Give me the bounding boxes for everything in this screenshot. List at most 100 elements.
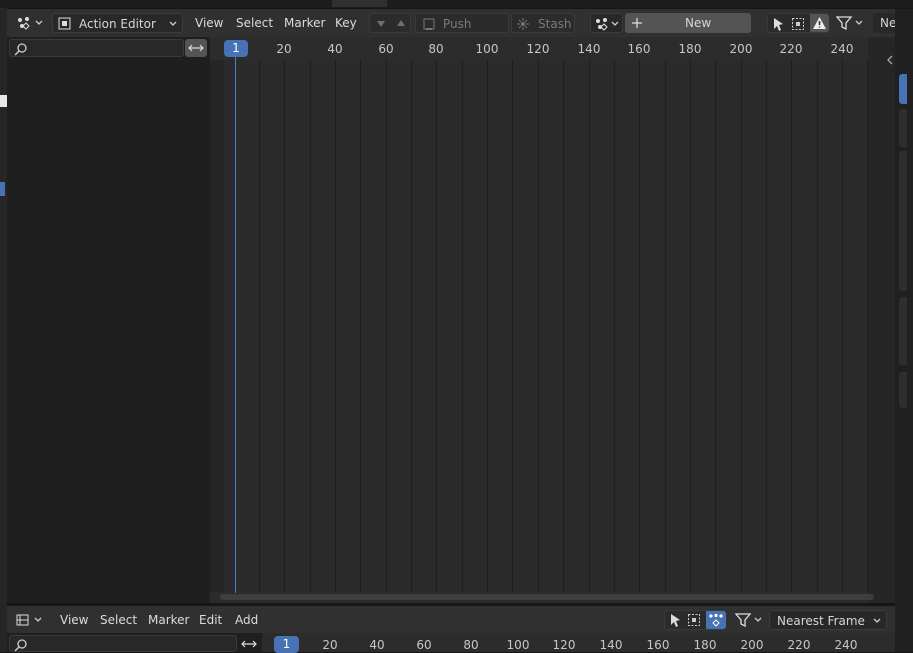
timeline-swap-button[interactable] [238,636,260,652]
mode-dropdown[interactable]: Action Editor [52,13,183,33]
new-right-button[interactable]: Ne [873,13,895,33]
keyframes-only-toggle[interactable] [706,611,726,629]
arrows-horizontal-icon [241,640,257,648]
channel-search-input[interactable] [9,39,184,57]
grid-line [360,60,361,592]
timeline-search-input[interactable] [9,635,237,652]
push-down-icon [423,18,435,30]
timeline-frame-tick: 40 [369,638,385,652]
action-editor-icon [58,17,71,30]
frame-tick: 100 [475,42,499,56]
timeline-header: View Select Marker Edit Add Nearest Fram… [7,606,895,633]
timeline-current-frame-badge[interactable]: 1 [274,636,299,653]
grid-line [386,60,387,592]
timeline-frame-tick: 160 [646,638,670,652]
grid-line [462,60,463,592]
grid-line [842,60,843,592]
triangle-down-icon[interactable] [376,20,386,28]
properties-tab[interactable] [899,151,907,291]
grid-line [639,60,640,592]
select-cursor-icon[interactable] [771,17,785,31]
timeline-frame-tick: 20 [322,638,338,652]
region-gutter [868,37,895,603]
frame-tick: 240 [830,42,854,56]
current-frame-badge[interactable]: 1 [224,40,248,57]
arrows-horizontal-icon [188,44,204,52]
properties-tab-active[interactable] [899,74,907,104]
editor-type-dropdown[interactable] [13,13,47,33]
frame-tick: 120 [526,42,550,56]
properties-tab[interactable] [899,297,907,365]
playhead-line[interactable] [235,57,236,593]
new-label: New [685,16,712,30]
properties-tab[interactable] [899,372,907,408]
grid-line [310,60,311,592]
stash-icon [517,18,529,30]
timeline-frame-tick: 240 [834,638,858,652]
action-browse-dropdown[interactable] [590,13,623,33]
action-editor-header: Action Editor View Select Marker Key Pus… [7,9,895,51]
timeline-channel-region [7,633,262,652]
menu-view[interactable]: View [195,13,223,33]
horizontal-scrollbar[interactable] [220,594,874,600]
timeline-menu-edit[interactable]: Edit [199,610,222,630]
grid-line [512,60,513,592]
dopesheet-icon [18,17,43,30]
snap-label: Nearest Frame [777,614,865,628]
box-select-icon[interactable] [791,17,805,31]
workspace-tabs-strip [0,0,913,8]
snap-dropdown[interactable]: Nearest Frame [769,610,887,630]
filter-dropdown[interactable] [833,13,867,33]
timeline-frame-tick: 220 [787,638,811,652]
grid-line [715,60,716,592]
timeline-frame-ruler[interactable]: 1 20 40 60 80 100 120 140 160 180 200 22… [262,633,895,653]
timeline-frame-tick: 80 [463,638,479,652]
chevron-left-icon[interactable] [886,55,894,65]
swap-filter-button[interactable] [185,39,207,57]
grid-line [690,60,691,592]
grid-line [335,60,336,592]
frame-ruler[interactable]: 1 20 40 60 80 100 120 140 160 180 200 22… [210,37,868,60]
timeline-menu-marker[interactable]: Marker [148,610,189,630]
timeline-menu-select[interactable]: Select [100,610,137,630]
frame-tick: 160 [627,42,651,56]
menu-select[interactable]: Select [236,13,273,33]
push-down-button[interactable]: Push Down [415,13,509,51]
box-select-icon[interactable] [687,613,701,627]
grid-line [766,60,767,592]
menu-marker[interactable]: Marker [284,13,325,33]
keyframe-icon [709,613,723,627]
menu-key[interactable]: Key [335,13,357,33]
timeline-frame-tick: 60 [416,638,432,652]
grid-line [538,60,539,592]
chevron-down-icon [169,21,177,26]
stash-label: Stash [538,17,572,31]
pre-range-shade [210,60,224,592]
timeline-frame-tick: 140 [599,638,623,652]
select-cursor-icon[interactable] [668,613,682,627]
timeline-editor-type-dropdown[interactable] [13,610,47,630]
timeline-filter-dropdown[interactable] [732,610,766,630]
frame-tick: 60 [378,42,394,56]
timeline-select-tools [664,610,726,630]
chevron-down-icon [873,618,881,623]
timeline-frame-tick: 180 [693,638,717,652]
new-action-button[interactable]: New [625,13,751,33]
properties-tab[interactable] [899,109,907,147]
scroll-track [210,592,874,603]
timeline-menu-view[interactable]: View [60,610,88,630]
action-browse-icon [596,18,619,31]
triangle-up-icon[interactable] [396,19,406,27]
workspace-tab-active[interactable] [332,0,387,7]
stash-button[interactable]: Stash [511,13,575,33]
timeline-menu-add[interactable]: Add [235,610,258,630]
grid-line [411,60,412,592]
filter-icon [836,16,863,30]
filter-icon [735,613,762,627]
errors-toggle[interactable] [810,14,829,32]
frame-tick: 40 [327,42,343,56]
warning-icon [813,17,826,29]
keyframe-area[interactable] [210,60,868,592]
search-icon [14,639,27,652]
plus-icon [632,18,642,28]
